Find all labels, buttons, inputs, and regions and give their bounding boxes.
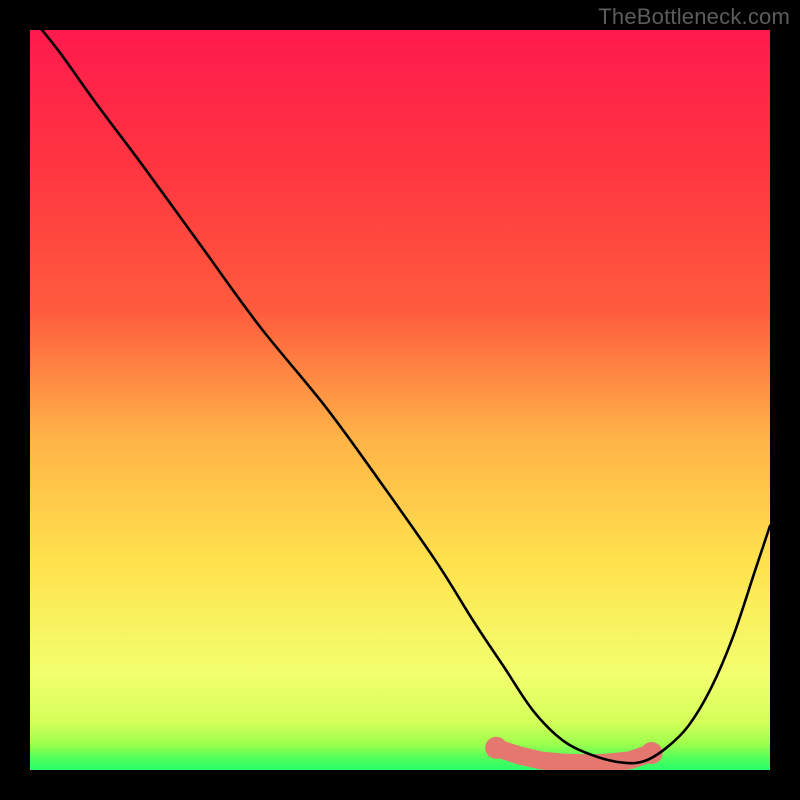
chart-frame: TheBottleneck.com: [0, 0, 800, 800]
chart-svg: [30, 30, 770, 770]
gradient-background: [30, 30, 770, 770]
watermark-text: TheBottleneck.com: [598, 4, 790, 30]
plot-area: [30, 30, 770, 770]
trough-marker-dot-left: [485, 737, 507, 759]
